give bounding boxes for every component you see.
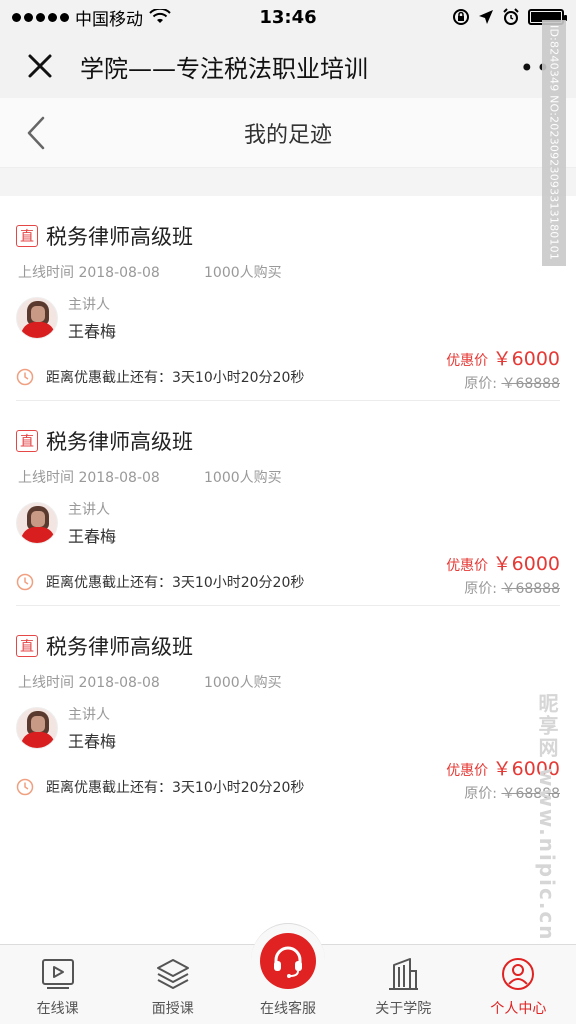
teacher-label: 主讲人: [68, 707, 110, 723]
course-buyers: 1000人购买: [204, 675, 282, 691]
teacher-name: 王春梅: [68, 322, 117, 341]
original-price: 原价: ￥68888: [446, 373, 560, 393]
course-title: 税务律师高级班: [46, 430, 193, 454]
teacher-text: 主讲人 王春梅: [68, 294, 116, 342]
live-tag: 直: [16, 635, 38, 657]
course-meta: 上线时间 2018-08-08 1000人购买: [18, 467, 282, 487]
countdown-text: 距离优惠截止还有：3天10小时20分20秒: [46, 370, 305, 386]
teacher-text: 主讲人 王春梅: [68, 704, 116, 752]
signal-strength-icon: [12, 12, 69, 22]
clock-icon: [16, 368, 34, 386]
tab-bar: 在线课 面授课 在线客服 关于学院 个人中心: [0, 923, 576, 1024]
alarm-clock-icon: [503, 8, 519, 25]
discount-countdown: 距离优惠截止还有：3天10小时20分20秒: [16, 367, 304, 387]
status-left: 中国移动: [12, 5, 232, 30]
tab-label: 在线客服: [260, 1001, 316, 1017]
orig-amount: ￥68888: [501, 376, 560, 392]
sale-label: 优惠价: [446, 353, 489, 369]
watermark-logo: 昵享网 www.nipic.cn: [535, 693, 559, 942]
sale-amount: ￥6000: [492, 553, 560, 575]
course-card[interactable]: 直 税务律师高级班 上线时间 2018-08-08 1000人购买 主讲人 王春…: [16, 196, 560, 401]
live-tag: 直: [16, 430, 38, 452]
course-title: 税务律师高级班: [46, 635, 193, 659]
page-title: 我的足迹: [243, 122, 332, 148]
course-meta: 上线时间 2018-08-08 1000人购买: [18, 262, 282, 282]
tab-profile[interactable]: 个人中心: [461, 945, 576, 1024]
sale-price: 优惠价 ￥6000: [446, 344, 560, 371]
course-card[interactable]: 直 税务律师高级班 上线时间 2018-08-08 1000人购买 主讲人 王春…: [16, 401, 560, 606]
teacher-name: 王春梅: [68, 732, 117, 751]
tab-label: 面授课: [151, 1001, 194, 1017]
carrier-name: 中国移动: [75, 9, 143, 30]
tab-label: 在线课: [36, 1001, 79, 1017]
course-card[interactable]: 直 税务律师高级班 上线时间 2018-08-08 1000人购买 主讲人 王春…: [16, 606, 560, 811]
orig-label: 原价:: [464, 581, 497, 597]
back-button[interactable]: [18, 114, 54, 152]
chevron-left-icon: [27, 116, 45, 150]
sale-price: 优惠价 ￥6000: [446, 549, 560, 576]
nav-bar: 学院——专注税法职业培训 ••: [0, 34, 576, 98]
orig-label: 原价:: [464, 376, 497, 392]
course-list: 直 税务律师高级班 上线时间 2018-08-08 1000人购买 主讲人 王春…: [0, 196, 576, 811]
price-box: 优惠价 ￥6000 原价: ￥68888: [446, 549, 560, 598]
course-date: 上线时间 2018-08-08: [18, 675, 160, 691]
teacher-label: 主讲人: [68, 297, 110, 313]
teacher-info: 主讲人 王春梅: [16, 704, 116, 752]
teacher-avatar: [16, 707, 58, 749]
discount-countdown: 距离优惠截止还有：3天10小时20分20秒: [16, 572, 304, 592]
course-buyers: 1000人购买: [204, 265, 282, 281]
price-box: 优惠价 ￥6000 原价: ￥68888: [446, 344, 560, 393]
course-buyers: 1000人购买: [204, 470, 282, 486]
tab-customer-service[interactable]: 在线客服: [230, 923, 345, 1024]
tab-label: 个人中心: [490, 1001, 547, 1017]
headset-icon: [260, 932, 316, 989]
close-icon: [28, 54, 52, 78]
wifi-icon: [149, 9, 171, 23]
location-arrow-icon: [479, 10, 493, 24]
teacher-name: 王春梅: [68, 527, 117, 546]
course-title: 税务律师高级班: [46, 225, 193, 249]
watermark-id: ID:8240349 NO:20230923093313180101: [542, 20, 566, 266]
section-divider: [0, 168, 576, 196]
status-bar: 中国移动 13:46: [0, 0, 576, 34]
countdown-text: 距离优惠截止还有：3天10小时20分20秒: [46, 575, 305, 591]
teacher-avatar: [16, 297, 58, 339]
sale-label: 优惠价: [446, 763, 489, 779]
page-header: 我的足迹: [0, 98, 576, 168]
teacher-avatar: [16, 502, 58, 544]
building-icon: [385, 956, 421, 992]
sale-label: 优惠价: [446, 558, 489, 574]
discount-countdown: 距离优惠截止还有：3天10小时20分20秒: [16, 777, 304, 797]
teacher-info: 主讲人 王春梅: [16, 499, 116, 547]
close-button[interactable]: [0, 34, 80, 98]
teacher-label: 主讲人: [68, 502, 110, 518]
course-meta: 上线时间 2018-08-08 1000人购买: [18, 672, 282, 692]
orientation-lock-icon: [453, 9, 469, 25]
tab-offline-courses[interactable]: 面授课: [115, 945, 230, 1024]
tab-label: 关于学院: [375, 1001, 432, 1017]
course-head: 直 税务律师高级班: [16, 631, 193, 661]
countdown-text: 距离优惠截止还有：3天10小时20分20秒: [46, 780, 305, 796]
user-icon: [500, 956, 536, 992]
orig-amount: ￥68888: [501, 581, 560, 597]
nav-title: 学院——专注税法职业培训: [80, 54, 368, 83]
tab-about[interactable]: 关于学院: [346, 945, 461, 1024]
teacher-info: 主讲人 王春梅: [16, 294, 116, 342]
original-price: 原价: ￥68888: [446, 578, 560, 598]
course-date: 上线时间 2018-08-08: [18, 470, 160, 486]
clock-icon: [16, 573, 34, 591]
clock-icon: [16, 778, 34, 796]
course-head: 直 税务律师高级班: [16, 221, 193, 251]
course-head: 直 税务律师高级班: [16, 426, 193, 456]
live-tag: 直: [16, 225, 38, 247]
tab-online-courses[interactable]: 在线课: [0, 945, 115, 1024]
sale-amount: ￥6000: [492, 348, 560, 370]
teacher-text: 主讲人 王春梅: [68, 499, 116, 547]
course-date: 上线时间 2018-08-08: [18, 265, 160, 281]
play-video-icon: [40, 956, 76, 992]
orig-label: 原价:: [464, 786, 497, 802]
customer-service-button[interactable]: [251, 923, 325, 997]
layers-icon: [155, 956, 191, 992]
